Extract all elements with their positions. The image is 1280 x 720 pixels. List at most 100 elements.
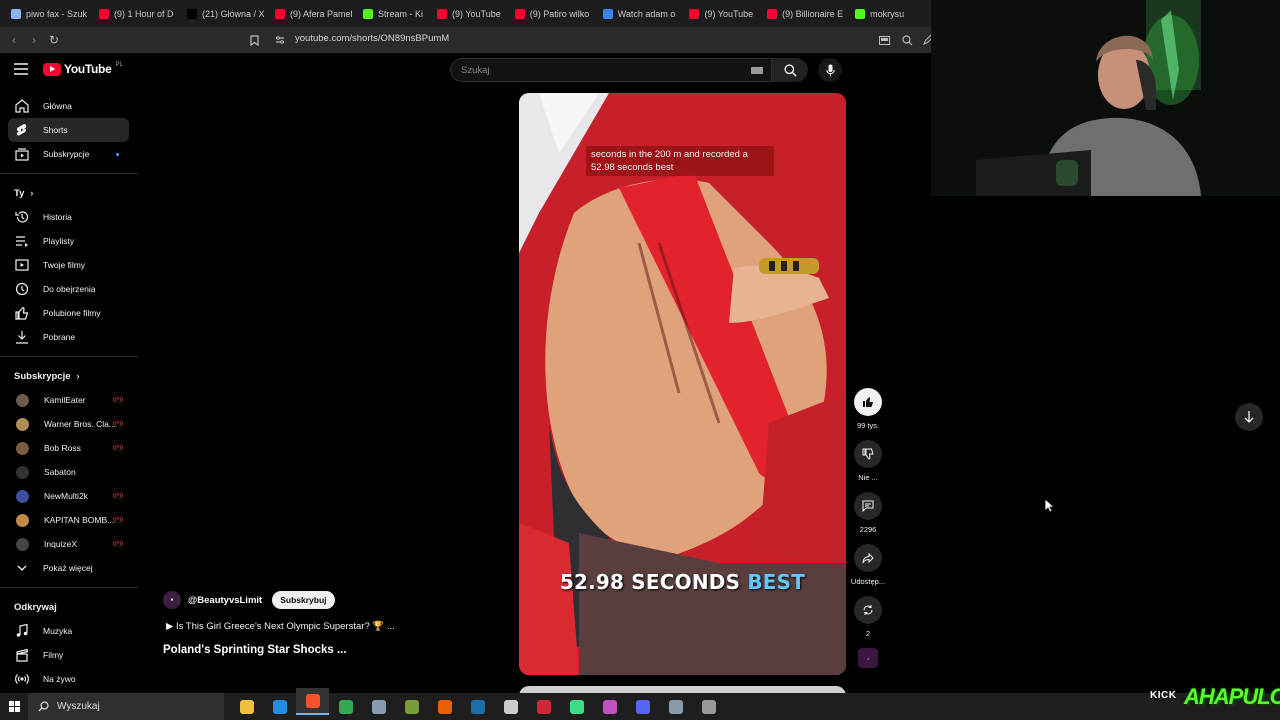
sidebar-divider	[0, 587, 138, 588]
sound-thumbnail-icon: ♪	[858, 648, 878, 668]
taskbar-app[interactable]	[461, 693, 494, 720]
taskbar-app[interactable]	[527, 693, 560, 720]
channel-row: ● @BeautyvsLimit Subskrybuj	[163, 591, 335, 609]
screen: piwo fax - Szuk (9) 1 Hour of D (21) Główn…	[0, 0, 1280, 720]
channel-avatar[interactable]: ●	[163, 591, 181, 609]
taskbar-app[interactable]	[626, 693, 659, 720]
search-input[interactable]: Szukaj	[450, 58, 772, 82]
taskbar-app[interactable]	[659, 693, 692, 720]
live-indicator-icon: ((•))	[113, 517, 124, 523]
sidebar-item-label: Subskrypcje	[43, 149, 90, 159]
taskbar-app[interactable]	[362, 693, 395, 720]
screenshot-icon[interactable]	[874, 30, 894, 50]
browser-tab[interactable]: (21) Główna / X	[180, 0, 268, 27]
sidebar-item-label: Historia	[43, 212, 72, 222]
reload-icon[interactable]: ↻	[44, 30, 64, 50]
windows-icon	[8, 701, 20, 712]
taskbar-app[interactable]	[230, 693, 263, 720]
browser-tab[interactable]: (9) 1 Hour of D	[92, 0, 180, 27]
sidebar-item-subskrypcje[interactable]: Subskrypcje	[0, 142, 138, 166]
sidebar-divider	[0, 356, 138, 357]
back-icon[interactable]: ‹	[4, 30, 24, 50]
taskbar-app[interactable]	[395, 693, 428, 720]
share-button[interactable]: Udostęp...	[849, 544, 887, 586]
browser-tab[interactable]: mokrysu	[848, 0, 911, 27]
forward-icon[interactable]: ›	[24, 30, 44, 50]
sidebar-item-na-ywo[interactable]: Na żywo	[0, 667, 138, 691]
remix-button[interactable]: 2	[849, 596, 887, 638]
subscription-item[interactable]: KAPITAN BOMB... ((•))	[0, 508, 138, 532]
browser-tab[interactable]: (9) Afera Pamel	[268, 0, 356, 27]
taskbar-app[interactable]	[692, 693, 725, 720]
browser-tab[interactable]: (9) YouTube	[430, 0, 508, 27]
sidebar-heading-you[interactable]: Ty ›	[0, 181, 138, 205]
browser-tab-label: (9) YouTube	[704, 8, 754, 19]
caption-big-main: 52.98 SECONDS	[559, 570, 748, 594]
google-icon	[11, 8, 21, 19]
windows-start-button[interactable]	[0, 693, 28, 720]
taskbar-app[interactable]	[560, 693, 593, 720]
sidebar-item-historia[interactable]: Historia	[0, 205, 138, 229]
taskbar-app[interactable]	[263, 693, 296, 720]
taskbar-app[interactable]	[593, 693, 626, 720]
subscription-item[interactable]: NewMulti2k ((•))	[0, 484, 138, 508]
sound-button[interactable]: ♪	[849, 648, 887, 668]
chrome-icon	[338, 699, 353, 714]
youtube-logo[interactable]: YouTube PL	[43, 62, 123, 76]
subscription-item[interactable]: KamilEater ((•))	[0, 388, 138, 412]
taskbar-app[interactable]	[296, 688, 329, 715]
subs-heading-label: Subskrypcje	[14, 370, 71, 382]
comments-button[interactable]: 2296	[849, 492, 887, 534]
sidebar-item-muzyka[interactable]: Muzyka	[0, 619, 138, 643]
taskbar-app[interactable]	[329, 693, 362, 720]
browser-tab-label: (9) YouTube	[452, 8, 501, 19]
app2-icon	[602, 699, 617, 714]
youtube-icon	[275, 8, 285, 19]
browser-tab[interactable]: piwo fax - Szuk	[4, 0, 92, 27]
sidebar-item-filmy[interactable]: Filmy	[0, 643, 138, 667]
sidebar-item-twoje-filmy[interactable]: Twoje filmy	[0, 253, 138, 277]
url-field[interactable]: youtube.com/shorts/ON89nsBPumM	[295, 33, 449, 44]
sidebar-item-shorts[interactable]: Shorts	[8, 118, 129, 142]
sidebar-item-pobrane[interactable]: Pobrane	[0, 325, 138, 349]
subscription-item[interactable]: InquizeX ((•))	[0, 532, 138, 556]
taskbar-search[interactable]: Wyszukaj	[28, 693, 224, 720]
zoom-icon[interactable]	[897, 30, 917, 50]
menu-icon[interactable]	[14, 62, 28, 80]
voice-search-button[interactable]	[818, 58, 842, 82]
sidebar-heading-subscriptions[interactable]: Subskrypcje ›	[0, 364, 138, 388]
taskbar-apps	[230, 688, 725, 720]
next-video-button[interactable]	[1235, 403, 1263, 431]
taskbar-app[interactable]	[494, 693, 527, 720]
show-more-button[interactable]: Pokaż więcej	[0, 556, 138, 580]
short-title[interactable]: Poland's Sprinting Star Shocks ...	[163, 644, 347, 656]
subscription-item[interactable]: Bob Ross ((•))	[0, 436, 138, 460]
sidebar-item-playlisty[interactable]: Playlisty	[0, 229, 138, 253]
dislike-button[interactable]: Nie ...	[849, 440, 887, 482]
comment-count: 2296	[859, 525, 877, 534]
search-button[interactable]	[772, 58, 808, 82]
subscription-label: KAPITAN BOMB...	[44, 515, 115, 525]
channel-name[interactable]: @BeautyvsLimit	[188, 595, 262, 606]
browser-tab[interactable]: Watch adam o	[596, 0, 683, 27]
browser-tab[interactable]: (9) YouTube	[682, 0, 760, 27]
subscription-item[interactable]: Sabaton	[0, 460, 138, 484]
browser-tab[interactable]: (9) Billionaire E	[760, 0, 848, 27]
play-icon	[569, 699, 584, 714]
site-settings-icon[interactable]	[270, 30, 290, 50]
taskbar-app[interactable]	[428, 693, 461, 720]
like-button[interactable]: 99 tys.	[849, 388, 887, 430]
keyboard-icon[interactable]	[751, 67, 763, 74]
browser-tab[interactable]: Stream - Ki	[356, 0, 430, 27]
sidebar-item-do-obejrzenia[interactable]: Do obejrzenia	[0, 277, 138, 301]
short-description[interactable]: ▶ Is This Girl Greece's Next Olympic Sup…	[166, 621, 395, 632]
sidebar-item-polubione-filmy[interactable]: Polubione filmy	[0, 301, 138, 325]
youtube-logo-icon	[43, 62, 61, 76]
browser-tab[interactable]: (9) Patiro wilko	[508, 0, 596, 27]
sidebar-item-label: Do obejrzenia	[43, 284, 96, 294]
sidebar-item-g-wna[interactable]: Główna	[0, 94, 138, 118]
subscription-item[interactable]: Warner Bros. Cla... ((•))	[0, 412, 138, 436]
subscribe-button[interactable]: Subskrybuj	[272, 591, 335, 609]
bookmark-icon[interactable]	[244, 30, 264, 50]
sidebar-item-label: Pobrane	[43, 332, 76, 342]
